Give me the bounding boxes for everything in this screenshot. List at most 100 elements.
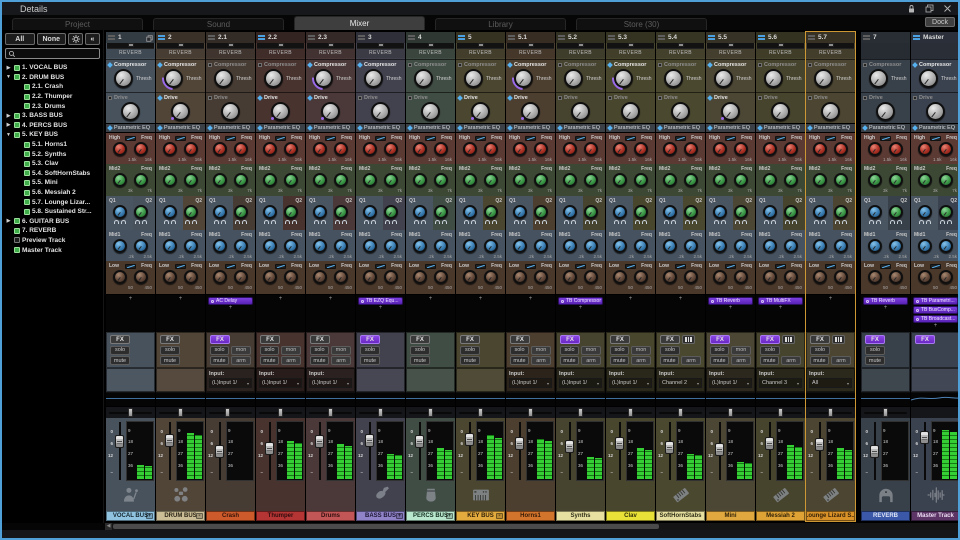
- eq-low-gain-knob[interactable]: [213, 270, 227, 284]
- input-select[interactable]: (L)Input 1/▾: [509, 378, 552, 388]
- eq-mid1-gain-knob[interactable]: [113, 239, 127, 253]
- scroll-left-arrow[interactable]: ◀: [105, 523, 112, 530]
- eq-low-gain-knob[interactable]: [513, 270, 527, 284]
- eq-mid2-gain-knob[interactable]: [713, 173, 727, 187]
- compressor-thresh-knob[interactable]: [364, 69, 383, 88]
- parametric-eq-header[interactable]: Parametric EQ: [306, 123, 355, 132]
- channel-header[interactable]: 4: [406, 32, 455, 43]
- drive-enable-icon[interactable]: [108, 96, 112, 100]
- eq-q2-knob[interactable]: [284, 205, 298, 219]
- reverb-send[interactable]: REVERB: [206, 43, 255, 59]
- input-select[interactable]: (L)Input 1/▾: [709, 378, 752, 388]
- fx-button[interactable]: FX: [460, 335, 480, 344]
- solo-button[interactable]: solo: [460, 346, 480, 355]
- freq-slider-chip[interactable]: [275, 264, 286, 269]
- tree-item[interactable]: 5.4. SoftHornStabs: [2, 169, 103, 179]
- tree-item[interactable]: ▼2. DRUM BUS: [2, 73, 103, 83]
- freq-slider-chip[interactable]: [475, 264, 486, 269]
- compressor-label-row[interactable]: Compressor: [208, 61, 253, 69]
- automation-strip[interactable]: [306, 392, 355, 406]
- reverb-send[interactable]: REVERB: [356, 43, 405, 59]
- fx-button[interactable]: FX: [810, 335, 830, 344]
- send-level-slider[interactable]: [607, 43, 654, 49]
- track-checkbox[interactable]: [24, 180, 30, 186]
- fx-button[interactable]: FX: [915, 335, 935, 344]
- eq-mid1-freq-knob[interactable]: [939, 239, 953, 253]
- plugin-chip[interactable]: TB Compressor: [558, 297, 603, 305]
- eq-q2-knob[interactable]: [234, 205, 248, 219]
- plugin-power-icon[interactable]: [866, 300, 869, 303]
- eq-high-freq-knob[interactable]: [134, 142, 148, 156]
- drive-label-row[interactable]: Drive: [258, 94, 303, 102]
- input-section[interactable]: Input:(L)Input 1/▾: [256, 368, 305, 392]
- fx-button[interactable]: FX: [360, 335, 380, 344]
- parametric-eq-header[interactable]: Parametric EQ: [911, 123, 958, 132]
- eq-mid2-freq-knob[interactable]: [684, 173, 698, 187]
- compressor-enable-icon[interactable]: [912, 62, 918, 68]
- eq-low-gain-knob[interactable]: [163, 270, 177, 284]
- pan-thumb[interactable]: [378, 408, 383, 417]
- channel-header[interactable]: 2.2: [256, 32, 305, 43]
- eq-mid1-gain-knob[interactable]: [713, 239, 727, 253]
- eq-high-freq-knob[interactable]: [734, 142, 748, 156]
- send-slider-thumb[interactable]: [128, 43, 134, 47]
- pan-thumb[interactable]: [678, 408, 683, 417]
- arm-button[interactable]: arm: [681, 356, 701, 365]
- parametric-eq-header[interactable]: Parametric EQ: [656, 123, 705, 132]
- eq-q1-knob[interactable]: [713, 205, 727, 219]
- eq-low-freq-knob[interactable]: [384, 270, 398, 284]
- fader-thumb[interactable]: [815, 438, 824, 451]
- compressor-label-row[interactable]: Compressor: [913, 61, 958, 69]
- solo-button[interactable]: solo: [210, 346, 229, 355]
- eq-q2-knob[interactable]: [684, 205, 698, 219]
- reverb-send[interactable]: REVERB: [556, 43, 605, 59]
- eq-enable-icon[interactable]: [257, 125, 263, 131]
- send-slider-thumb[interactable]: [628, 43, 634, 47]
- eq-mid2-gain-knob[interactable]: [763, 173, 777, 187]
- send-slider-thumb[interactable]: [428, 43, 434, 47]
- send-level-slider[interactable]: [807, 43, 854, 49]
- drive-knob[interactable]: [771, 102, 790, 121]
- drive-knob[interactable]: [671, 102, 690, 121]
- tab-project[interactable]: Project: [12, 18, 143, 30]
- drive-enable-icon[interactable]: [408, 96, 412, 100]
- track-checkbox[interactable]: [24, 209, 30, 215]
- fx-button[interactable]: FX: [310, 335, 330, 344]
- eq-mid1-gain-knob[interactable]: [763, 239, 777, 253]
- freq-slider-chip[interactable]: [625, 136, 636, 141]
- track-name-label[interactable]: KEY BUS-: [456, 511, 505, 521]
- track-name-label[interactable]: Master Track: [911, 511, 958, 521]
- eq-mid2-freq-knob[interactable]: [784, 173, 798, 187]
- channel-header[interactable]: 5.1: [506, 32, 555, 43]
- mute-button[interactable]: mute: [310, 356, 329, 365]
- channel-header[interactable]: 3: [356, 32, 405, 43]
- send-level-slider[interactable]: [307, 43, 354, 49]
- eq-mid1-gain-knob[interactable]: [663, 239, 677, 253]
- eq-high-gain-knob[interactable]: [113, 142, 127, 156]
- fader-thumb[interactable]: [870, 445, 879, 458]
- eq-low-freq-knob[interactable]: [889, 270, 903, 284]
- add-plugin-button[interactable]: +: [706, 305, 755, 312]
- eq-low-freq-knob[interactable]: [834, 270, 848, 284]
- compressor-thresh-knob[interactable]: [264, 69, 283, 88]
- eq-mid1-gain-knob[interactable]: [413, 239, 427, 253]
- parametric-eq-header[interactable]: Parametric EQ: [256, 123, 305, 132]
- parametric-eq-header[interactable]: Parametric EQ: [556, 123, 605, 132]
- track-name-label[interactable]: Horns1: [506, 511, 555, 521]
- eq-low-gain-knob[interactable]: [763, 270, 777, 284]
- parametric-eq-header[interactable]: Parametric EQ: [406, 123, 455, 132]
- drive-label-row[interactable]: Drive: [458, 94, 503, 102]
- eq-mid1-gain-knob[interactable]: [463, 239, 477, 253]
- channel-header[interactable]: 5.7: [806, 32, 855, 43]
- fader-track[interactable]: [215, 421, 224, 481]
- drive-enable-icon[interactable]: [758, 96, 762, 100]
- send-slider-thumb[interactable]: [178, 43, 184, 47]
- eq-low-gain-knob[interactable]: [663, 270, 677, 284]
- eq-q2-knob[interactable]: [734, 205, 748, 219]
- reverb-send[interactable]: REVERB: [606, 43, 655, 59]
- parametric-eq-header[interactable]: Parametric EQ: [861, 123, 910, 132]
- drive-knob[interactable]: [471, 102, 490, 121]
- send-slider-thumb[interactable]: [328, 43, 334, 47]
- eq-enable-icon[interactable]: [457, 125, 463, 131]
- monitor-button[interactable]: mon: [231, 346, 251, 355]
